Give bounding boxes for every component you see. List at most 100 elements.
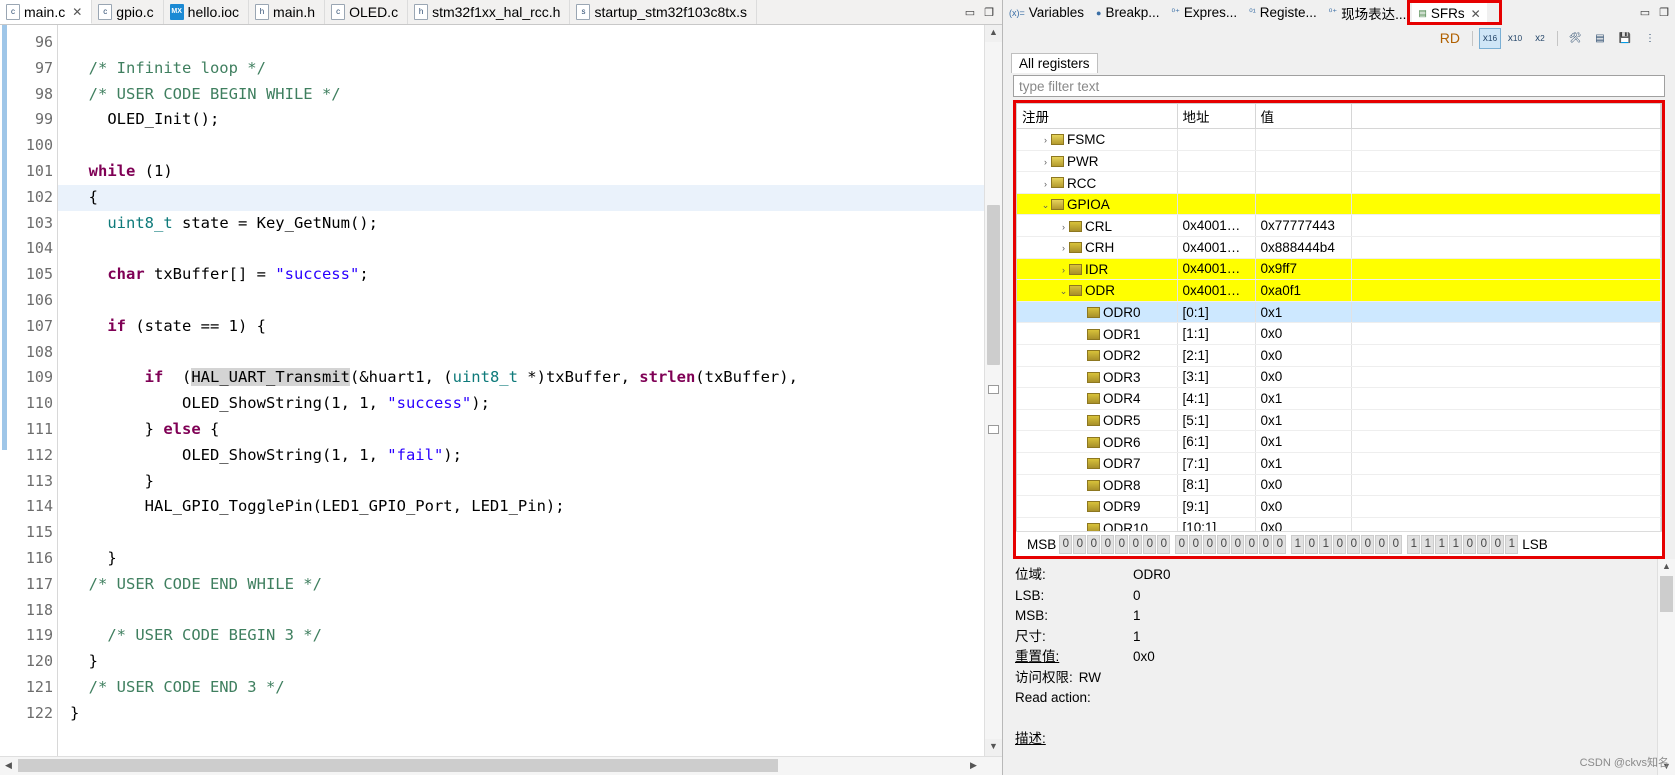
minimize-icon[interactable]: ▭ bbox=[965, 6, 975, 19]
editor-vertical-scrollbar[interactable]: ▲ ▼ bbox=[984, 25, 1002, 756]
register-value-cell[interactable] bbox=[1255, 128, 1352, 151]
code-line[interactable]: OLED_ShowString(1, 1, "success"); bbox=[58, 391, 1002, 417]
register-name-cell[interactable]: › CRH bbox=[1017, 236, 1178, 259]
register-value-cell[interactable]: 0x0 bbox=[1255, 495, 1352, 518]
editor-tab-startup-stm32f103c8tx-s[interactable]: s startup_stm32f103c8tx.s bbox=[570, 0, 758, 24]
code-line[interactable]: } bbox=[58, 469, 1002, 495]
register-name-cell[interactable]: ODR0 bbox=[1017, 301, 1178, 324]
table-row[interactable]: ODR0 [0:1] 0x1 bbox=[1017, 301, 1661, 324]
tab-breakpoints[interactable]: ● Breakp... bbox=[1090, 0, 1165, 25]
column-header-register[interactable]: 注册 bbox=[1017, 104, 1178, 129]
code-line[interactable]: char txBuffer[] = "success"; bbox=[58, 262, 1002, 288]
editor-tab-stm32f1xx-hal-rcc-h[interactable]: h stm32f1xx_hal_rcc.h bbox=[408, 0, 571, 24]
bit-cell[interactable]: 0 bbox=[1115, 534, 1129, 554]
bit-cell[interactable]: 0 bbox=[1087, 534, 1101, 554]
register-value-cell[interactable] bbox=[1255, 171, 1352, 194]
bit-cell[interactable]: 0 bbox=[1143, 534, 1157, 554]
register-name-cell[interactable]: › RCC bbox=[1017, 171, 1178, 194]
code-line[interactable]: { bbox=[58, 184, 1002, 211]
bit-cell[interactable]: 1 bbox=[1407, 534, 1421, 554]
register-name-cell[interactable]: ODR7 bbox=[1017, 452, 1178, 475]
bit-cell[interactable]: 0 bbox=[1305, 534, 1319, 554]
bit-cell[interactable]: 0 bbox=[1157, 534, 1171, 554]
column-header-value[interactable]: 值 bbox=[1255, 104, 1352, 129]
close-icon[interactable]: ✕ bbox=[1471, 7, 1481, 21]
bit-cell[interactable]: 0 bbox=[1389, 534, 1403, 554]
code-line[interactable]: } bbox=[58, 701, 1002, 727]
editor-tab-main-h[interactable]: h main.h bbox=[249, 0, 326, 24]
register-name-cell[interactable]: ODR6 bbox=[1017, 430, 1178, 453]
register-value-cell[interactable]: 0x1 bbox=[1255, 409, 1352, 432]
register-value-cell[interactable]: 0x888444b4 bbox=[1255, 236, 1352, 259]
table-row[interactable]: ⌄ ODR 0x4001… 0xa0f1 bbox=[1017, 279, 1661, 302]
scrollbar-thumb[interactable] bbox=[1660, 576, 1673, 612]
register-value-cell[interactable]: 0x1 bbox=[1255, 387, 1352, 410]
register-value-cell[interactable]: 0x9ff7 bbox=[1255, 258, 1352, 281]
bit-cell[interactable]: 1 bbox=[1505, 534, 1519, 554]
bit-cell[interactable]: 0 bbox=[1189, 534, 1203, 554]
annotation-ruler[interactable] bbox=[0, 25, 14, 756]
code-line[interactable]: /* USER CODE END WHILE */ bbox=[58, 572, 1002, 598]
tab-registers[interactable]: ⁰¹ Registe... bbox=[1243, 0, 1323, 25]
chevron-right-icon[interactable]: › bbox=[1040, 135, 1051, 145]
bit-cell[interactable]: 0 bbox=[1491, 534, 1505, 554]
register-name-cell[interactable]: ODR2 bbox=[1017, 344, 1178, 367]
scrollbar-thumb[interactable] bbox=[987, 205, 1000, 365]
bit-cell[interactable]: 0 bbox=[1463, 534, 1477, 554]
table-row[interactable]: › FSMC bbox=[1017, 128, 1661, 151]
dec-format-button[interactable]: x 10 bbox=[1504, 28, 1526, 49]
chevron-right-icon[interactable]: › bbox=[1040, 157, 1051, 167]
scroll-up-icon[interactable]: ▲ bbox=[1658, 559, 1675, 575]
tab-expressions[interactable]: ⁰⁺ Expres... bbox=[1166, 0, 1244, 25]
register-name-cell[interactable]: › IDR bbox=[1017, 258, 1178, 281]
bit-cell[interactable]: 0 bbox=[1059, 534, 1073, 554]
register-name-cell[interactable]: ODR9 bbox=[1017, 495, 1178, 518]
tab-sfrs[interactable]: ▤ SFRs ✕ bbox=[1412, 0, 1487, 25]
column-header-extra[interactable] bbox=[1351, 104, 1661, 129]
table-row[interactable]: ODR7 [7:1] 0x1 bbox=[1017, 452, 1661, 475]
bit-value-strip[interactable]: MSB 0 0 0 0 0 0 0 0 0 0 0 0 0 0 0 0 1 0 1 0 0 0 0 0 1 1 1 1 0 0 0 1 LSB bbox=[1016, 531, 1662, 556]
code-line[interactable]: /* USER CODE BEGIN WHILE */ bbox=[58, 82, 1002, 108]
register-tree[interactable]: 注册 地址 值 › FSMC › PWR › RCC ⌄ GPIOA › CRL 0x4001… 0x… bbox=[1016, 103, 1662, 556]
code-line[interactable] bbox=[58, 30, 1002, 56]
tab-variables[interactable]: (x)= Variables bbox=[1003, 0, 1090, 25]
bit-cell[interactable]: 0 bbox=[1231, 534, 1245, 554]
view-menu-button[interactable]: ⋮ bbox=[1639, 28, 1661, 49]
maximize-icon[interactable]: ❐ bbox=[984, 6, 994, 19]
register-name-cell[interactable]: › CRL bbox=[1017, 214, 1178, 237]
bit-cell[interactable]: 0 bbox=[1245, 534, 1259, 554]
editor-tab-hello-ioc[interactable]: MX hello.ioc bbox=[163, 0, 250, 24]
bit-cell[interactable]: 0 bbox=[1101, 534, 1115, 554]
table-row[interactable]: ODR6 [6:1] 0x1 bbox=[1017, 430, 1661, 453]
bit-cell[interactable]: 0 bbox=[1129, 534, 1143, 554]
register-value-cell[interactable]: 0x1 bbox=[1255, 301, 1352, 324]
table-row[interactable]: ODR9 [9:1] 0x0 bbox=[1017, 495, 1661, 518]
bit-cell[interactable]: 0 bbox=[1259, 534, 1273, 554]
code-line[interactable] bbox=[58, 598, 1002, 624]
bit-cell[interactable]: 0 bbox=[1477, 534, 1491, 554]
tools-button[interactable]: 🛠 bbox=[1564, 28, 1586, 49]
register-value-cell[interactable]: 0x0 bbox=[1255, 366, 1352, 389]
chevron-right-icon[interactable]: › bbox=[1058, 243, 1069, 253]
editor-tab-oled-c[interactable]: c OLED.c bbox=[325, 0, 409, 24]
register-value-cell[interactable]: 0x1 bbox=[1255, 452, 1352, 475]
table-row[interactable]: › IDR 0x4001… 0x9ff7 bbox=[1017, 258, 1661, 281]
maximize-icon[interactable]: ❐ bbox=[1659, 6, 1669, 19]
register-name-cell[interactable]: › FSMC bbox=[1017, 128, 1178, 151]
bit-cell[interactable]: 1 bbox=[1421, 534, 1435, 554]
code-line[interactable]: /* Infinite loop */ bbox=[58, 56, 1002, 82]
editor-horizontal-scrollbar[interactable]: ◀ ▶ bbox=[0, 756, 1002, 775]
export-button[interactable]: ▤ bbox=[1589, 28, 1611, 49]
tab-live-expressions[interactable]: ⁰⁺ 现场表达... bbox=[1323, 0, 1413, 25]
code-line[interactable] bbox=[58, 288, 1002, 314]
code-line[interactable] bbox=[58, 340, 1002, 366]
code-line[interactable]: OLED_ShowString(1, 1, "fail"); bbox=[58, 443, 1002, 469]
bit-cell[interactable]: 0 bbox=[1347, 534, 1361, 554]
bit-cell[interactable]: 0 bbox=[1175, 534, 1189, 554]
editor-tab-main-c[interactable]: c main.c ✕ bbox=[0, 0, 93, 24]
chevron-right-icon[interactable]: › bbox=[1058, 222, 1069, 232]
register-name-cell[interactable]: ODR3 bbox=[1017, 366, 1178, 389]
register-value-cell[interactable] bbox=[1255, 150, 1352, 173]
register-name-cell[interactable]: ODR1 bbox=[1017, 322, 1178, 345]
code-line[interactable] bbox=[58, 520, 1002, 546]
